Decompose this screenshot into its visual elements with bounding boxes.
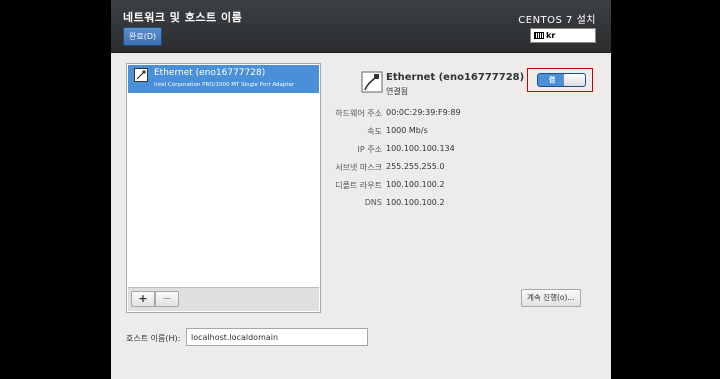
keyboard-icon [534, 32, 544, 39]
hostname-input[interactable] [186, 328, 368, 346]
connection-toggle[interactable]: 켬 [537, 73, 586, 87]
network-hostname-window: 네트워크 및 호스트 이름 완료(D) CENTOS 7 설치 kr Ether… [111, 0, 611, 379]
hardware-address-value: 00:0C:29:39:F9:89 [386, 108, 461, 117]
ip-address-value: 100.100.100.134 [386, 144, 455, 153]
hostname-label: 호스트 이름(H): [126, 334, 181, 343]
spoke-title: 네트워크 및 호스트 이름 [123, 11, 243, 24]
connection-status: 연결됨 [386, 87, 409, 96]
ethernet-icon [134, 68, 148, 82]
device-description: Intel Corporation PRO/1000 MT Single Por… [154, 82, 295, 88]
subnet-mask-value: 255.255.255.0 [386, 162, 445, 171]
network-cable-icon [361, 71, 383, 93]
product-title: CENTOS 7 설치 [518, 15, 596, 26]
toggle-on-label: 켬 [548, 76, 556, 84]
device-list-item[interactable]: Ethernet (eno16777728) Intel Corporation… [128, 65, 319, 93]
detail-device-name: Ethernet (eno16777728) [386, 72, 525, 83]
ip-address-label: IP 주소 [357, 145, 382, 154]
remove-device-button[interactable]: − [155, 291, 179, 307]
default-route-value: 100.100.100.2 [386, 180, 445, 189]
keyboard-layout-label: kr [546, 31, 556, 40]
toggle-knob[interactable] [563, 74, 585, 86]
subnet-mask-label: 서브넷 마스크 [335, 163, 382, 172]
done-button[interactable]: 완료(D) [123, 27, 163, 46]
add-device-button[interactable]: + [131, 291, 155, 307]
dns-value: 100.100.100.2 [386, 198, 445, 207]
keyboard-layout-indicator[interactable]: kr [530, 28, 596, 43]
header-bar: 네트워크 및 호스트 이름 완료(D) CENTOS 7 설치 kr [111, 0, 611, 53]
configure-button[interactable]: 계속 진행(o)... [521, 289, 581, 307]
speed-label: 속도 [367, 127, 382, 136]
device-list-toolbar: + − [128, 287, 319, 311]
device-name: Ethernet (eno16777728) [154, 68, 266, 78]
default-route-label: 디폴트 라우트 [335, 181, 382, 190]
speed-value: 1000 Mb/s [386, 126, 428, 135]
dns-label: DNS [364, 198, 382, 207]
hardware-address-label: 하드웨어 주소 [335, 109, 382, 118]
device-list: Ethernet (eno16777728) Intel Corporation… [126, 63, 321, 313]
